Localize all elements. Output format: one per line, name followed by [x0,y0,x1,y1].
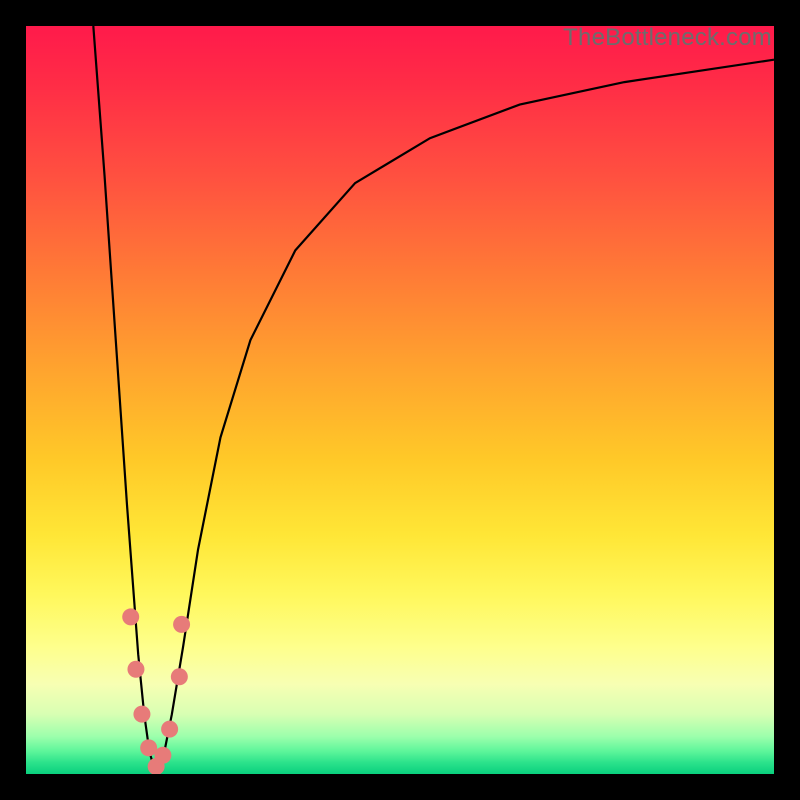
marker-point [173,616,190,633]
marker-point [171,668,188,685]
marker-point [154,747,171,764]
highlighted-points [122,608,190,774]
marker-layer [26,26,774,774]
plot-area [26,26,774,774]
marker-point [161,721,178,738]
watermark-text: TheBottleneck.com [563,24,772,52]
marker-point [133,706,150,723]
marker-point [127,661,144,678]
marker-point [122,608,139,625]
chart-frame: TheBottleneck.com [0,0,800,800]
